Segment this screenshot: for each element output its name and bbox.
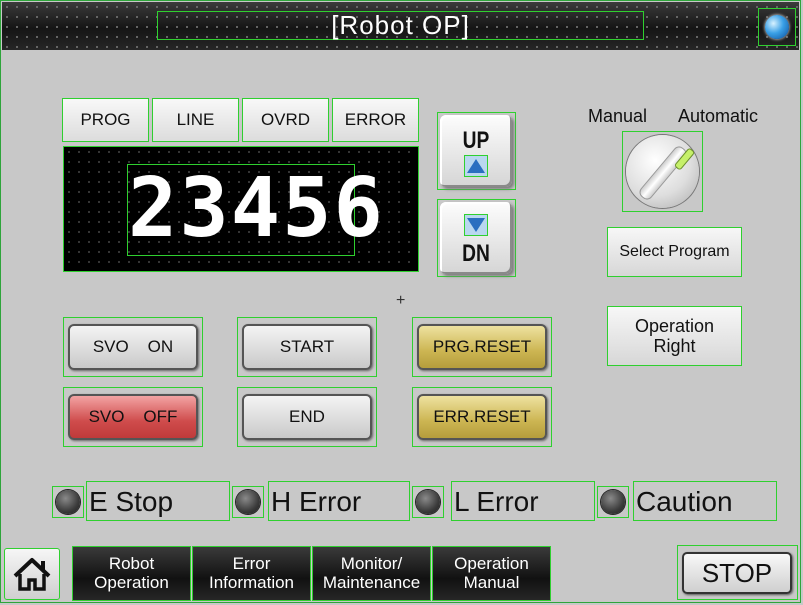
down-button[interactable]: DN <box>437 199 516 277</box>
nav-error-information[interactable]: Error Information <box>192 546 311 601</box>
svo-on-label: SVO ON <box>68 324 198 370</box>
svo-off-label: SVO OFF <box>68 394 198 440</box>
nav-operation-manual[interactable]: Operation Manual <box>432 546 551 601</box>
arrow-up-icon <box>464 155 488 177</box>
nav-robot-operation-line2: Operation <box>94 573 169 592</box>
select-program-label: Select Program <box>619 243 730 260</box>
l-error-label: L Error <box>451 481 595 521</box>
title-bar: [Robot OP] <box>2 2 799 50</box>
tab-ovrd[interactable]: OVRD <box>242 98 329 142</box>
svo-on-button[interactable]: SVO ON <box>63 317 203 377</box>
h-error-lamp-icon <box>232 486 264 518</box>
operation-right-label: Operation Right <box>634 316 715 356</box>
automatic-label: Automatic <box>678 106 759 126</box>
nav-robot-operation[interactable]: Robot Operation <box>72 546 191 601</box>
prg-reset-label: PRG.RESET <box>417 324 547 370</box>
operation-right-button[interactable]: Operation Right <box>607 306 742 366</box>
display-digits: 23456 <box>127 161 385 256</box>
end-button[interactable]: END <box>237 387 377 447</box>
nav-monitor-maintenance-line1: Monitor/ <box>340 554 403 573</box>
caution-label: Caution <box>633 481 777 521</box>
err-reset-label: ERR.RESET <box>417 394 547 440</box>
tab-line[interactable]: LINE <box>152 98 239 142</box>
nav-monitor-maintenance-line2: Maintenance <box>322 573 421 592</box>
start-button[interactable]: START <box>237 317 377 377</box>
stop-label: STOP <box>682 552 792 594</box>
up-button[interactable]: UP <box>437 112 516 190</box>
err-reset-button[interactable]: ERR.RESET <box>412 387 552 447</box>
e-stop-lamp-icon <box>52 486 84 518</box>
tab-prog[interactable]: PROG <box>62 98 149 142</box>
nav-error-information-line1: Error <box>232 554 271 573</box>
nav-operation-manual-line2: Manual <box>463 573 520 592</box>
nav-monitor-maintenance[interactable]: Monitor/ Maintenance <box>312 546 431 601</box>
tab-error[interactable]: ERROR <box>332 98 419 142</box>
l-error-lamp-icon <box>412 486 444 518</box>
home-button[interactable] <box>4 548 60 600</box>
h-error-label: H Error <box>268 481 410 521</box>
end-label: END <box>242 394 372 440</box>
select-program-button[interactable]: Select Program <box>607 227 742 277</box>
globe-icon[interactable] <box>758 8 796 46</box>
caution-lamp-icon <box>597 486 629 518</box>
nav-operation-manual-line1: Operation <box>454 554 529 573</box>
nav-error-information-line2: Information <box>208 573 295 592</box>
svo-off-button[interactable]: SVO OFF <box>63 387 203 447</box>
home-icon <box>13 558 51 591</box>
stop-button[interactable]: STOP <box>677 545 798 600</box>
page-title: [Robot OP] <box>157 11 644 40</box>
knob-icon <box>626 135 699 208</box>
manual-label: Manual <box>588 106 648 126</box>
up-label: UP <box>462 127 490 154</box>
down-label: DN <box>462 240 490 267</box>
crosshair-icon: + <box>396 292 406 309</box>
start-label: START <box>242 324 372 370</box>
arrow-down-icon <box>464 214 488 236</box>
prg-reset-button[interactable]: PRG.RESET <box>412 317 552 377</box>
nav-robot-operation-line1: Robot <box>108 554 155 573</box>
mode-key-switch[interactable] <box>622 131 703 212</box>
e-stop-label: E Stop <box>86 481 230 521</box>
